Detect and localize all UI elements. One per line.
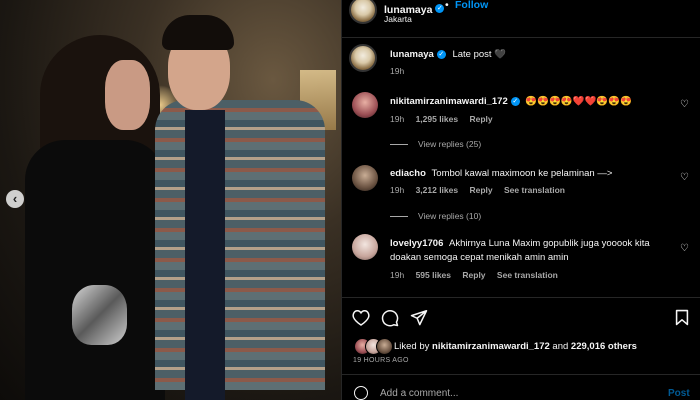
reply-button[interactable]: Reply (462, 270, 485, 280)
heart-icon[interactable] (352, 309, 370, 326)
commenter-avatar[interactable] (352, 92, 378, 118)
caption-text: Late post 🖤 (452, 49, 507, 60)
caption-avatar[interactable] (349, 44, 377, 72)
comment-username[interactable]: ediacho (390, 168, 426, 179)
comment-meta: 19h 1,295 likes Reply (390, 114, 502, 124)
post-header: lunamaya ✓ • Follow Jakarta (342, 0, 700, 38)
comment-likes[interactable]: 3,212 likes (416, 185, 459, 195)
verified-icon: ✓ (510, 96, 520, 106)
comment-text-line1: Akhirnya Luna Maxim gopublik juga yooook… (449, 238, 650, 249)
comment-heart-icon[interactable]: ♡ (680, 172, 689, 183)
photo-man-jacket (155, 100, 325, 390)
comment-time: 19h (390, 185, 405, 195)
comment-username[interactable]: nikitamirzanimawardi_172 (390, 96, 508, 107)
replies-line (390, 216, 408, 218)
comment-likes[interactable]: 1,295 likes (416, 114, 459, 124)
comment-meta: 19h 595 likes Reply See translation (390, 270, 567, 280)
view-replies-label[interactable]: View replies (10) (418, 211, 481, 221)
comment-text-line2: doakan semoga cepat menikah amin amin (390, 252, 569, 263)
separator-dot: • (445, 0, 449, 11)
comment-time: 19h (390, 270, 405, 280)
view-replies-button[interactable]: View replies (25) (390, 139, 481, 149)
comment-meta: 19h 3,212 likes Reply See translation (390, 185, 574, 195)
post-photo[interactable]: ‹ (0, 0, 341, 400)
comment-heart-icon[interactable]: ♡ (680, 99, 689, 110)
others-likes-count[interactable]: 229,016 others (571, 341, 637, 352)
photo-man-shirt (185, 110, 225, 400)
caption-time: 19h (390, 66, 405, 76)
emoji-icon[interactable] (354, 386, 368, 400)
caption-username[interactable]: lunamaya (390, 49, 434, 60)
liked-by-prefix: Liked by (394, 341, 430, 352)
photo-man-hair (162, 15, 234, 50)
photo-woman-face (105, 60, 150, 130)
see-translation-button[interactable]: See translation (497, 270, 558, 280)
chevron-left-icon[interactable]: ‹ (6, 190, 24, 208)
view-replies-button[interactable]: View replies (10) (390, 211, 481, 221)
reply-button[interactable]: Reply (469, 185, 492, 195)
photo-handbag (72, 285, 127, 345)
share-icon[interactable] (410, 309, 428, 326)
commenter-avatar[interactable] (352, 234, 378, 260)
post-location[interactable]: Jakarta (384, 14, 412, 24)
liked-by-line: Liked by nikitamirzanimawardi_172 and 22… (394, 341, 637, 352)
verified-icon: ✓ (436, 49, 446, 59)
first-liker-username[interactable]: nikitamirzanimawardi_172 (432, 341, 550, 352)
comment-heart-icon[interactable]: ♡ (680, 243, 689, 254)
comment-likes[interactable]: 595 likes (416, 270, 451, 280)
comment-text: Tombol kawal maximoon ke pelaminan —> (431, 168, 613, 179)
liker-avatar (376, 338, 393, 355)
reply-button[interactable]: Reply (469, 114, 492, 124)
follow-button[interactable]: Follow (455, 0, 488, 11)
comment-time: 19h (390, 114, 405, 124)
comment-box-divider (342, 374, 700, 375)
replies-line (390, 144, 408, 146)
bookmark-icon[interactable] (675, 309, 689, 326)
post-comment-button[interactable]: Post (668, 388, 690, 399)
actions-divider (342, 297, 700, 298)
post-timestamp[interactable]: 19 HOURS AGO (353, 357, 409, 364)
photo-woman-dress (25, 140, 165, 400)
commenter-avatar[interactable] (352, 165, 378, 191)
post-side-panel: lunamaya ✓ • Follow Jakarta lunamaya ✓ Lat… (342, 0, 700, 400)
comment-username[interactable]: lovelyy1706 (390, 238, 443, 249)
comment-text: 😍😍😍😍❤️❤️😍😍😍 (525, 96, 632, 107)
see-translation-button[interactable]: See translation (504, 185, 565, 195)
liked-by-and: and (552, 341, 569, 352)
add-comment-input[interactable]: Add a comment... (380, 388, 458, 399)
comment-icon[interactable] (381, 309, 399, 327)
view-replies-label[interactable]: View replies (25) (418, 139, 481, 149)
